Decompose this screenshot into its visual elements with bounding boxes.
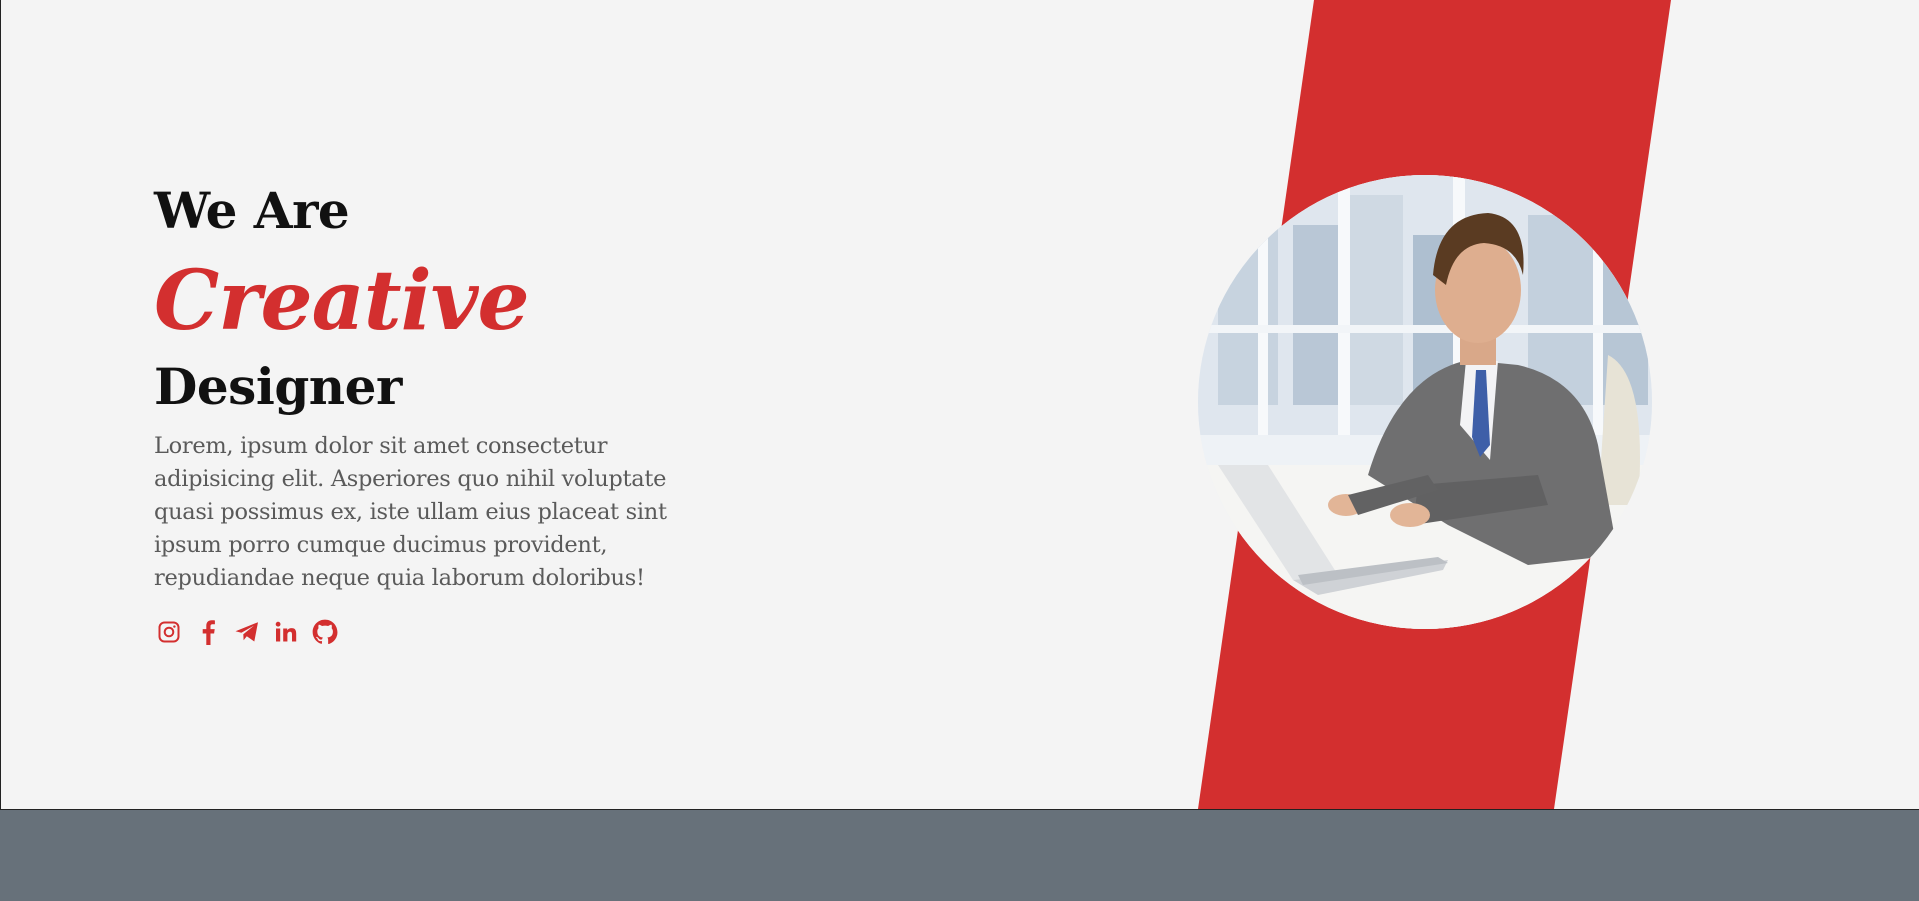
hero-section: We Are Creative Designer Lorem, ipsum do… (0, 0, 1919, 810)
telegram-icon (235, 622, 258, 642)
hero-title-highlight: Creative (154, 253, 530, 349)
businessman-laptop-photo (1198, 175, 1652, 629)
social-links (154, 618, 714, 647)
hero-description: Lorem, ipsum dolor sit amet consectetur … (154, 433, 667, 591)
github-icon (312, 619, 337, 645)
github-link[interactable] (310, 618, 339, 647)
linkedin-icon (275, 621, 296, 642)
hero-title-line-1: We Are (154, 181, 350, 240)
facebook-icon (202, 620, 215, 645)
facebook-link[interactable] (193, 618, 222, 647)
page: We Are Creative Designer Lorem, ipsum do… (0, 0, 1919, 901)
instagram-icon (158, 621, 179, 643)
hero-text: We Are Creative Designer Lorem, ipsum do… (154, 178, 714, 647)
hero-title-line-3: Designer (154, 357, 402, 416)
hero-photo (1198, 175, 1652, 629)
instagram-link[interactable] (154, 618, 183, 647)
telegram-link[interactable] (232, 618, 261, 647)
linkedin-link[interactable] (271, 618, 300, 647)
